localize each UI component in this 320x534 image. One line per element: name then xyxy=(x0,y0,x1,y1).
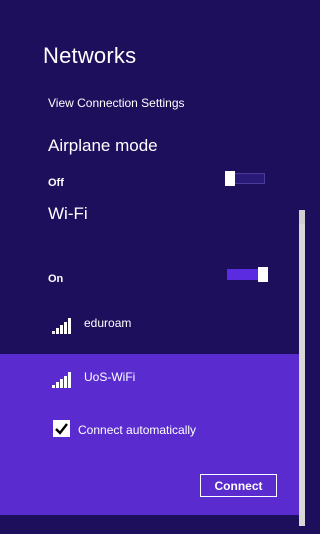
wifi-label: Wi-Fi xyxy=(48,204,88,223)
scroll-up-icon[interactable] xyxy=(299,210,305,224)
network-name: UoS-WiFi xyxy=(84,370,136,384)
connect-automatically-label: Connect automatically xyxy=(78,423,197,437)
scrollbar[interactable] xyxy=(299,210,305,526)
wifi-state: On xyxy=(48,273,64,285)
wifi-signal-icon xyxy=(52,318,72,334)
toggle-thumb xyxy=(225,171,235,186)
airplane-mode-state: Off xyxy=(48,177,64,189)
network-item-uos-wifi[interactable]: UoS-WiFi xyxy=(0,364,299,404)
airplane-mode-label: Airplane mode xyxy=(48,136,158,155)
network-name: eduroam xyxy=(84,316,132,330)
wifi-signal-icon xyxy=(52,372,72,388)
networks-panel: Networks View Connection Settings Airpla… xyxy=(0,0,305,534)
panel-footer xyxy=(0,515,299,534)
toggle-thumb xyxy=(258,267,268,282)
view-connection-settings-link[interactable]: View Connection Settings xyxy=(48,96,185,110)
network-item-eduroam[interactable]: eduroam xyxy=(0,310,299,350)
connect-automatically-checkbox[interactable] xyxy=(53,420,70,437)
airplane-mode-toggle[interactable] xyxy=(225,171,265,186)
panel-title: Networks xyxy=(43,43,137,68)
connect-button[interactable]: Connect xyxy=(200,474,277,497)
checkmark-icon xyxy=(55,423,68,435)
wifi-toggle[interactable] xyxy=(227,267,268,282)
